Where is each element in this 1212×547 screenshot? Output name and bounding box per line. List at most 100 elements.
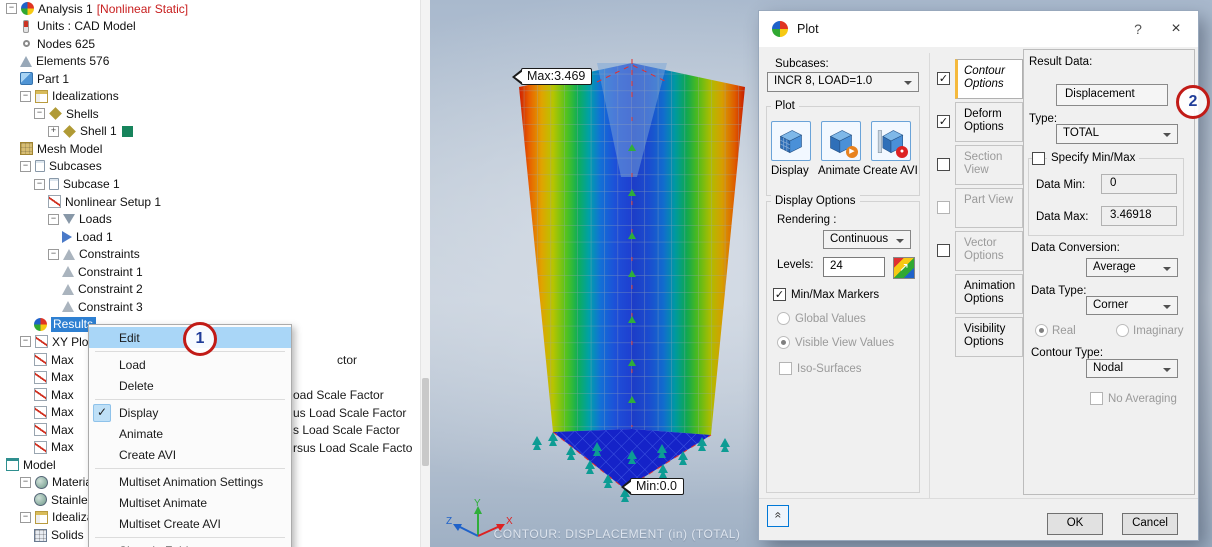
tab-checkbox[interactable] (937, 72, 950, 85)
ok-button[interactable]: OK (1047, 513, 1103, 535)
menu-item[interactable]: Multiset Animation Settings (89, 471, 291, 492)
collapse-expander-icon[interactable]: − (48, 248, 59, 260)
collapse-expander-icon[interactable]: − (20, 476, 31, 488)
menu-item[interactable]: Multiset Create AVI (89, 513, 291, 534)
real-radio[interactable] (1035, 324, 1048, 337)
collapse-expander-icon[interactable]: − (20, 160, 31, 172)
tree-item[interactable]: Max (34, 351, 74, 368)
tree-item[interactable]: Units : CAD Model (20, 18, 136, 35)
tree-item[interactable]: − Analysis 1 [Nonlinear Static] (6, 0, 188, 17)
cube-icon (779, 130, 803, 154)
help-button[interactable]: ? (1122, 17, 1154, 41)
tree-item[interactable]: Max (34, 421, 74, 438)
tree-item[interactable]: Max (34, 369, 74, 386)
tree-item[interactable]: − Subcases (20, 158, 102, 175)
tab-checkbox[interactable] (937, 244, 950, 257)
tree-item[interactable]: − Loads (48, 211, 112, 228)
tree-item[interactable]: Constraint 3 (62, 298, 143, 315)
data-type-dropdown[interactable]: Corner (1086, 296, 1178, 315)
specify-minmax-checkbox[interactable] (1032, 152, 1045, 165)
levels-input[interactable]: 24 (823, 257, 885, 277)
tree-item-label: Nonlinear Setup 1 (65, 194, 162, 209)
subcases-dropdown[interactable]: INCR 8, LOAD=1.0 (767, 72, 919, 92)
menu-item[interactable]: Create AVI (89, 444, 291, 465)
tab-deform-options[interactable]: Deform Options (955, 102, 1023, 142)
palette-button[interactable]: ↗ (893, 257, 915, 279)
tree-item[interactable]: Constraint 2 (62, 281, 143, 298)
tree-item[interactable]: Part 1 (20, 70, 69, 87)
collapse-expander-icon[interactable]: − (48, 213, 59, 225)
collapse-expander-icon[interactable]: − (34, 108, 45, 120)
menu-item[interactable]: Animate (89, 423, 291, 444)
context-menu: Edit Load Delete ✓ Display Animate Create AVI M… (88, 324, 292, 547)
minmax-markers-checkbox[interactable] (773, 288, 786, 301)
tree-item[interactable]: − Idealizations (20, 88, 119, 105)
menu-item[interactable]: Multiset Animate (89, 492, 291, 513)
display-button-label: Display (771, 165, 809, 177)
tree-item[interactable]: Mesh Model (20, 140, 102, 157)
tree-item-label: Constraint 1 (78, 264, 143, 279)
tab-visibility-options[interactable]: Visibility Options (955, 317, 1023, 357)
menu-item[interactable]: ✓ Display (89, 402, 291, 423)
contour-model[interactable] (497, 57, 767, 512)
contour-type-dropdown[interactable]: Nodal (1086, 359, 1178, 378)
tab-section-view[interactable]: Section View (955, 145, 1023, 185)
tree-item[interactable]: Elements 576 (20, 53, 109, 70)
animate-button[interactable]: ▶ (821, 121, 861, 161)
tab-checkbox[interactable] (937, 115, 950, 128)
tree-item[interactable]: Model (6, 456, 56, 473)
tree-item[interactable]: Max (34, 386, 74, 403)
tab-part-view[interactable]: Part View (955, 188, 1023, 228)
tree-item[interactable]: − Constraints (48, 246, 140, 263)
create-avi-button[interactable]: ● (871, 121, 911, 161)
tree-item[interactable]: − Subcase 1 (34, 176, 120, 193)
no-averaging-checkbox[interactable] (1090, 392, 1103, 405)
rendering-dropdown[interactable]: Continuous (823, 230, 911, 249)
type-dropdown[interactable]: TOTAL (1056, 124, 1178, 144)
collapse-expander-icon[interactable]: − (6, 3, 17, 14)
tree-item[interactable]: − XY Plo (20, 333, 88, 350)
data-max-field[interactable]: 3.46918 (1101, 206, 1177, 226)
expand-expander-icon[interactable]: + (48, 125, 59, 137)
data-min-field[interactable]: 0 (1101, 174, 1177, 194)
tree-item[interactable]: Nodes 625 (20, 35, 95, 52)
iso-surfaces-checkbox[interactable] (779, 362, 792, 375)
tree-scrollbar-thumb[interactable] (422, 378, 429, 466)
data-conversion-dropdown[interactable]: Average (1086, 258, 1178, 277)
result-data-button[interactable]: Displacement (1056, 84, 1168, 106)
tree-item[interactable]: − Shells (34, 105, 99, 122)
collapse-expander-icon[interactable]: − (20, 90, 31, 102)
tree-item[interactable]: Constraint 1 (62, 263, 143, 280)
tree-item[interactable]: Load 1 (62, 228, 113, 245)
visible-view-values-radio[interactable] (777, 336, 790, 349)
tab-checkbox[interactable] (937, 201, 950, 214)
menu-item[interactable]: Load (89, 354, 291, 375)
display-button[interactable] (771, 121, 811, 161)
imaginary-label: Imaginary (1133, 325, 1184, 337)
tree-item[interactable]: Max (34, 439, 74, 456)
tree-item[interactable]: Stainle (34, 491, 88, 508)
close-button[interactable]: × (1160, 17, 1192, 41)
tab-animation-options[interactable]: Animation Options (955, 274, 1023, 314)
menu-item[interactable]: Show in Folder (89, 540, 291, 547)
collapse-button[interactable]: « (767, 505, 789, 527)
tree-item[interactable]: Solids (34, 527, 84, 544)
tab-contour-options[interactable]: Contour Options (955, 59, 1023, 99)
dialog-titlebar[interactable]: Plot ? × (759, 11, 1198, 47)
app-window: − Analysis 1 [Nonlinear Static] Units : CAD… (0, 0, 1212, 547)
tree-item-label: Constraints (79, 247, 140, 262)
tree-item[interactable]: Nonlinear Setup 1 (48, 193, 161, 210)
imaginary-radio[interactable] (1116, 324, 1129, 337)
collapse-expander-icon[interactable]: − (20, 511, 31, 523)
tab-vector-options[interactable]: Vector Options (955, 231, 1023, 271)
menu-item[interactable]: Delete (89, 375, 291, 396)
tab-checkbox[interactable] (937, 158, 950, 171)
tree-item[interactable]: Results (34, 316, 97, 333)
global-values-radio[interactable] (777, 312, 790, 325)
tree-item[interactable]: + Shell 1 (48, 123, 133, 140)
collapse-expander-icon[interactable]: − (20, 336, 31, 348)
collapse-expander-icon[interactable]: − (34, 178, 45, 190)
tree-item[interactable]: Max (34, 404, 74, 421)
cancel-button[interactable]: Cancel (1122, 513, 1178, 535)
tree-item-label: Max (51, 405, 74, 420)
